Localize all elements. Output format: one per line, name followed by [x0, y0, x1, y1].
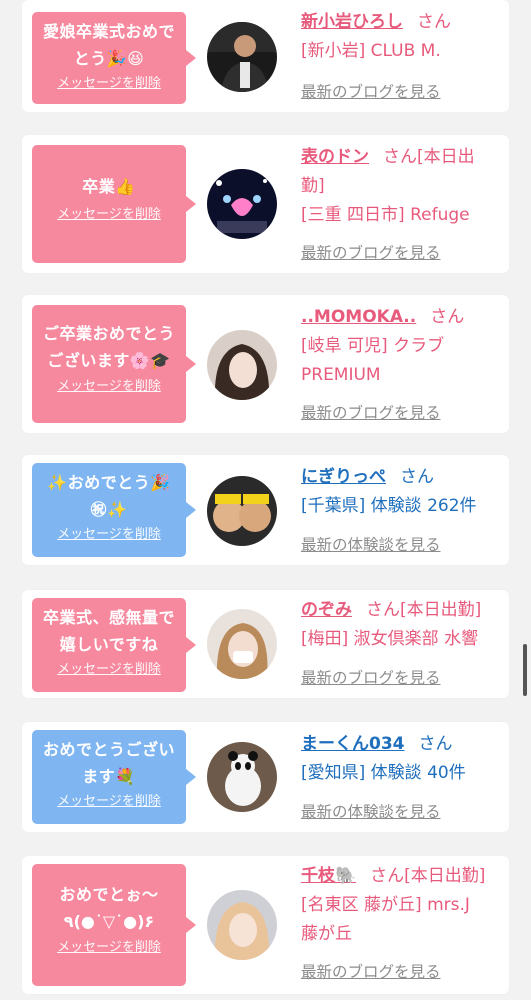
- message-card: おめでとぉ～ ٩(●˙▽˙●)۶ メッセージを削除 千枝🐘 さん[本日出勤] [名…: [22, 856, 509, 994]
- user-detail: [三重 四日市] Refuge: [301, 205, 470, 225]
- message-text-line: ございます🌸🎓: [47, 351, 171, 370]
- message-text-line: 卒業👍: [82, 177, 136, 196]
- message-text-line: ٩(●˙▽˙●)۶: [63, 912, 155, 931]
- message-bubble: ご卒業おめでとう ございます🌸🎓 メッセージを削除: [32, 305, 196, 423]
- message-text-line: おめでとぉ～: [59, 885, 159, 904]
- user-detail: 藤が丘: [301, 924, 352, 944]
- user-detail: [千葉県] 体験談 262件: [301, 496, 477, 516]
- message-text-line: おめでとうござい: [42, 740, 175, 759]
- honorific: さん: [400, 467, 434, 487]
- message-text-line: ㊗✨: [90, 500, 128, 519]
- user-name-link[interactable]: 表のドン: [301, 147, 369, 167]
- message-text-line: 卒業式、感無量で: [42, 608, 175, 627]
- message-bubble: おめでとうござい ます💐 メッセージを削除: [32, 730, 196, 824]
- user-detail: [愛知県] 体験談 40件: [301, 763, 466, 783]
- message-text-line: ます💐: [82, 767, 136, 786]
- latest-post-link[interactable]: 最新のブログを見る: [301, 80, 441, 102]
- user-name-link[interactable]: 千枝🐘: [301, 866, 356, 886]
- honorific: さん[本日出勤]: [366, 600, 482, 620]
- avatar[interactable]: [207, 169, 277, 239]
- honorific: さん[本日出勤]: [370, 866, 486, 886]
- honorific-cont: 勤]: [301, 176, 325, 196]
- latest-post-link[interactable]: 最新のブログを見る: [301, 241, 441, 263]
- delete-message-link[interactable]: メッセージを削除: [57, 378, 161, 396]
- honorific: さん: [430, 307, 465, 327]
- delete-message-link[interactable]: メッセージを削除: [57, 206, 161, 224]
- honorific: さん: [418, 734, 453, 754]
- user-detail: [名東区 藤が丘] mrs.J: [301, 895, 470, 915]
- user-name-link[interactable]: にぎりっぺ: [301, 467, 386, 487]
- message-text-line: 嬉しいですね: [59, 635, 159, 654]
- delete-message-link[interactable]: メッセージを削除: [57, 526, 161, 544]
- delete-message-link[interactable]: メッセージを削除: [57, 793, 161, 811]
- delete-message-link[interactable]: メッセージを削除: [57, 661, 161, 679]
- avatar[interactable]: [207, 609, 277, 679]
- user-detail: [梅田] 淑女倶楽部 水響: [301, 629, 479, 649]
- user-detail: [岐阜 可児] クラブ: [301, 336, 445, 356]
- message-bubble: おめでとぉ～ ٩(●˙▽˙●)۶ メッセージを削除: [32, 864, 196, 986]
- user-info: ..MOMOKA.. さん [岐阜 可児] クラブ PREMIUM: [301, 303, 503, 390]
- honorific: さん[本日出: [383, 147, 475, 167]
- message-card: ✨おめでとう🎉 ㊗✨ メッセージを削除 にぎりっぺ さん [千葉県] 体験談 26…: [22, 455, 509, 565]
- message-card: 愛娘卒業式おめで とう🎉😆 メッセージを削除 新小岩ひろし さん [新小岩] CL…: [22, 0, 509, 112]
- message-card: 卒業👍 メッセージを削除 表のドン さん[本日出 勤] [三重 四日市] Refu…: [22, 135, 509, 273]
- user-name-link[interactable]: のぞみ: [301, 600, 352, 620]
- user-info: 表のドン さん[本日出 勤] [三重 四日市] Refuge: [301, 143, 503, 230]
- user-info: まーくん034 さん [愛知県] 体験談 40件: [301, 730, 503, 788]
- latest-post-link[interactable]: 最新の体験談を見る: [301, 800, 441, 822]
- user-info: にぎりっぺ さん [千葉県] 体験談 262件: [301, 463, 503, 521]
- scrollbar[interactable]: [523, 644, 527, 696]
- latest-post-link[interactable]: 最新の体験談を見る: [301, 533, 441, 555]
- message-bubble: 卒業式、感無量で 嬉しいですね メッセージを削除: [32, 598, 196, 692]
- delete-message-link[interactable]: メッセージを削除: [57, 75, 161, 93]
- avatar[interactable]: [207, 22, 277, 92]
- user-info: 千枝🐘 さん[本日出勤] [名東区 藤が丘] mrs.J 藤が丘: [301, 862, 503, 949]
- message-card: ご卒業おめでとう ございます🌸🎓 メッセージを削除 ..MOMOKA.. さん […: [22, 295, 509, 433]
- message-text-line: ご卒業おめでとう: [42, 324, 175, 343]
- avatar[interactable]: [207, 476, 277, 546]
- message-bubble: ✨おめでとう🎉 ㊗✨ メッセージを削除: [32, 463, 196, 557]
- user-name-link[interactable]: 新小岩ひろし: [301, 12, 403, 32]
- latest-post-link[interactable]: 最新のブログを見る: [301, 401, 441, 423]
- delete-message-link[interactable]: メッセージを削除: [57, 939, 161, 957]
- message-text-line: ✨おめでとう🎉: [47, 473, 171, 492]
- avatar[interactable]: [207, 742, 277, 812]
- user-info: のぞみ さん[本日出勤] [梅田] 淑女倶楽部 水響: [301, 596, 503, 654]
- avatar[interactable]: [207, 890, 277, 960]
- user-name-link[interactable]: ..MOMOKA..: [301, 307, 416, 327]
- user-detail: PREMIUM: [301, 365, 381, 385]
- message-card: おめでとうござい ます💐 メッセージを削除 まーくん034 さん [愛知県] 体験…: [22, 722, 509, 832]
- avatar[interactable]: [207, 330, 277, 400]
- message-bubble: 卒業👍 メッセージを削除: [32, 145, 196, 263]
- message-text-line: とう🎉😆: [73, 49, 145, 68]
- message-text-line: 愛娘卒業式おめで: [42, 22, 175, 41]
- latest-post-link[interactable]: 最新のブログを見る: [301, 666, 441, 688]
- user-name-link[interactable]: まーくん034: [301, 734, 405, 754]
- latest-post-link[interactable]: 最新のブログを見る: [301, 960, 441, 982]
- user-detail: [新小岩] CLUB M.: [301, 41, 441, 61]
- message-bubble: 愛娘卒業式おめで とう🎉😆 メッセージを削除: [32, 12, 196, 104]
- message-card: 卒業式、感無量で 嬉しいですね メッセージを削除 のぞみ さん[本日出勤] [梅田…: [22, 590, 509, 698]
- user-info: 新小岩ひろし さん [新小岩] CLUB M.: [301, 8, 503, 66]
- honorific: さん: [417, 12, 451, 32]
